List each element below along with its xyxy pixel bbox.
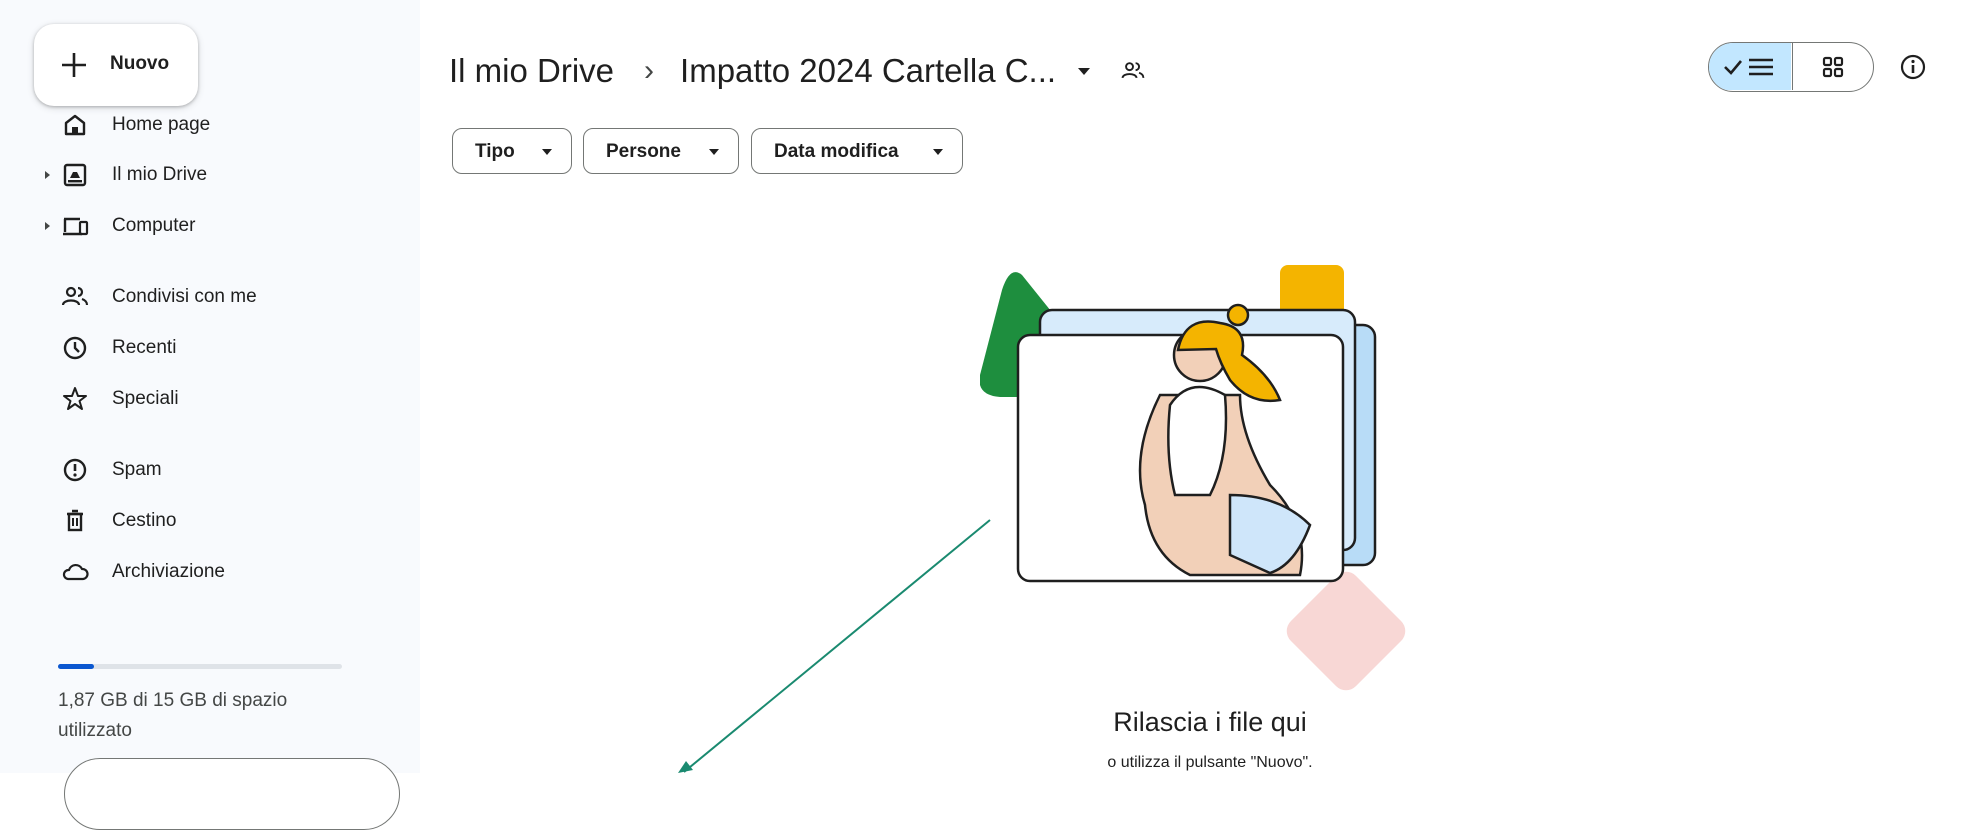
info-icon[interactable] (1898, 52, 1928, 82)
sidebar: Nuovo Home page Il mio Drive Computer Co… (0, 0, 420, 830)
empty-folder-illustration (980, 265, 1406, 691)
filter-chip-label: Data modifica (774, 141, 899, 162)
plus-icon (62, 53, 86, 77)
empty-state-subtitle: o utilizza il pulsante "Nuovo". (1107, 754, 1313, 771)
get-more-storage-button[interactable] (64, 758, 400, 830)
shared-people-icon (61, 286, 89, 306)
sidebar-item-label: Spam (112, 459, 162, 480)
expand-caret-icon[interactable] (42, 219, 52, 233)
sidebar-item-label: Computer (112, 215, 196, 236)
sidebar-item-label: Condivisi con me (112, 286, 257, 307)
list-view-button[interactable] (1709, 43, 1791, 90)
sidebar-item-label: Recenti (112, 337, 177, 358)
star-icon (63, 387, 87, 410)
chevron-down-icon (542, 149, 552, 155)
check-list-icon (1724, 58, 1773, 76)
new-button[interactable]: Nuovo (34, 24, 198, 106)
sidebar-item-starred[interactable]: Speciali (0, 375, 400, 423)
sidebar-item-label: Home page (112, 114, 211, 135)
filter-chip-label: Tipo (475, 141, 515, 162)
breadcrumb-root[interactable]: Il mio Drive (449, 52, 614, 90)
storage-progress-fill (58, 664, 94, 669)
empty-state-title: Rilascia i file qui (1113, 707, 1307, 737)
home-icon (64, 114, 86, 136)
filter-type-chip[interactable]: Tipo (452, 128, 572, 174)
filter-chip-label: Persone (606, 141, 681, 162)
sidebar-item-label: Il mio Drive (112, 164, 208, 185)
sidebar-item-storage[interactable]: Archiviazione (0, 548, 400, 596)
sidebar-item-shared[interactable]: Condivisi con me (0, 273, 400, 321)
view-toggle (1708, 42, 1874, 92)
sidebar-item-home[interactable]: Home page (0, 101, 400, 149)
breadcrumb-separator: › (644, 54, 655, 87)
sidebar-item-trash[interactable]: Cestino (0, 497, 400, 545)
sidebar-item-computer[interactable]: Computer (0, 202, 400, 250)
chevron-down-icon (709, 149, 719, 155)
breadcrumb-current-folder[interactable]: Impatto 2024 Cartella C... (680, 52, 1056, 90)
clock-icon (63, 336, 87, 360)
filter-modified-date-chip[interactable]: Data modifica (751, 128, 963, 174)
chevron-down-icon (933, 149, 943, 155)
spam-icon (63, 458, 87, 482)
expand-caret-icon[interactable] (42, 168, 52, 182)
my-drive-icon (63, 163, 87, 187)
sidebar-item-spam[interactable]: Spam (0, 446, 400, 494)
storage-usage-text: 1,87 GB di 15 GB di spazio utilizzato (58, 690, 288, 741)
sidebar-item-my-drive[interactable]: Il mio Drive (0, 151, 400, 199)
cloud-icon (62, 563, 89, 581)
filter-people-chip[interactable]: Persone (583, 128, 739, 174)
storage-progress-bar (58, 664, 342, 669)
sidebar-item-recent[interactable]: Recenti (0, 324, 400, 372)
shared-folder-icon (1121, 62, 1145, 79)
trash-icon (67, 509, 83, 532)
sidebar-item-label: Speciali (112, 388, 179, 409)
new-button-label: Nuovo (110, 53, 170, 74)
grid-icon (1822, 56, 1844, 78)
breadcrumb: Il mio Drive › Impatto 2024 Cartella C..… (449, 48, 1146, 94)
sidebar-item-label: Archiviazione (112, 561, 225, 582)
sidebar-item-label: Cestino (112, 510, 177, 531)
grid-view-button[interactable] (1792, 43, 1873, 90)
folder-menu-caret-icon[interactable] (1076, 63, 1092, 79)
computer-icon (63, 217, 89, 236)
